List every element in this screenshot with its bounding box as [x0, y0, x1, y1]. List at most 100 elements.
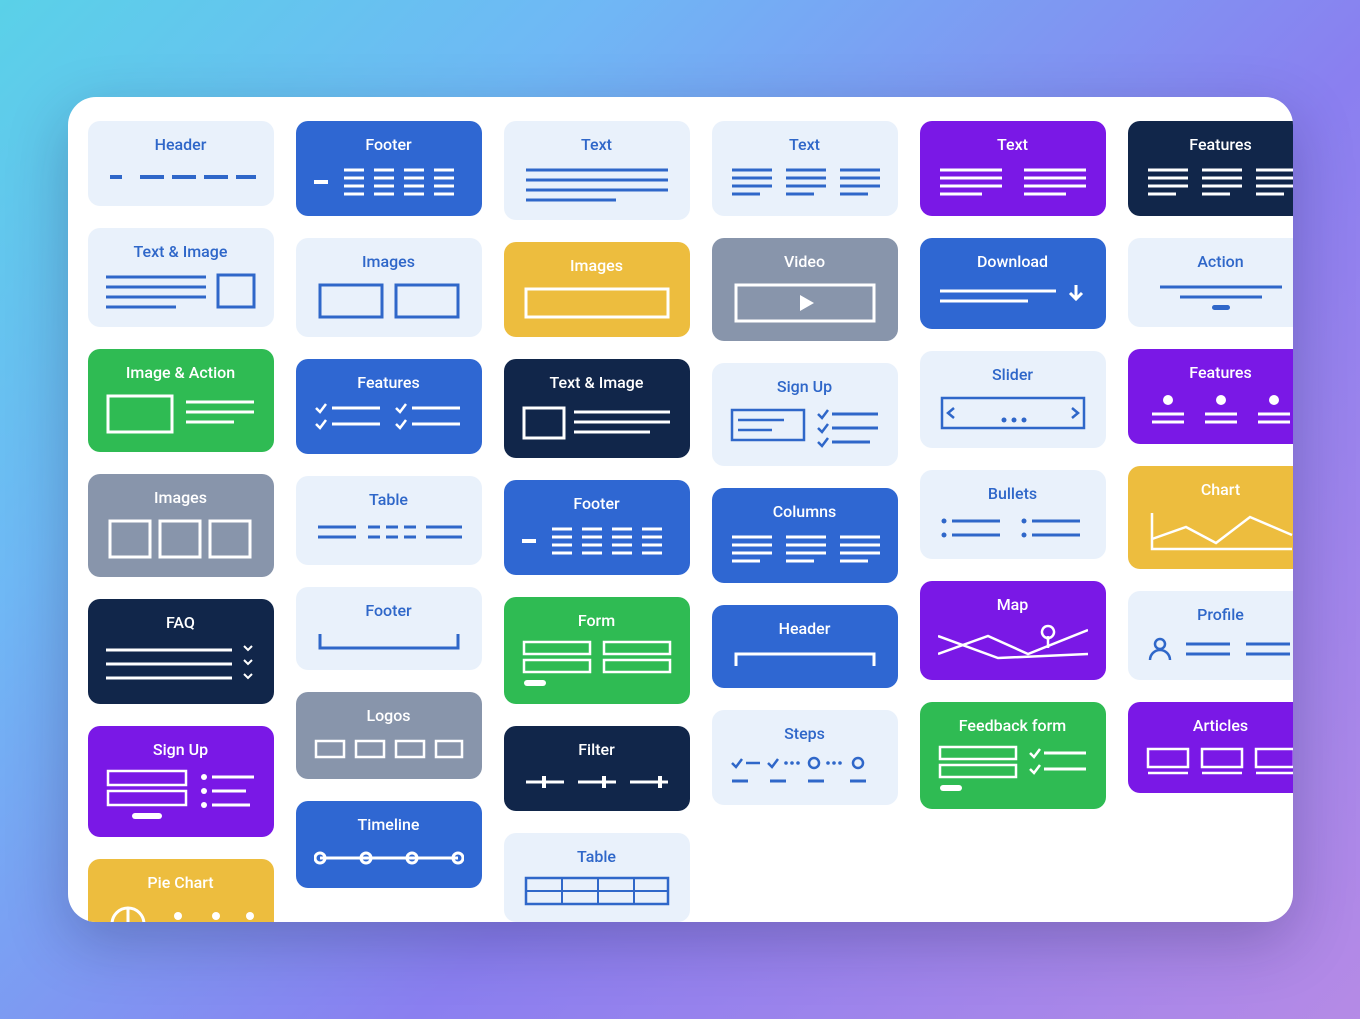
- table-lines-icon: [314, 519, 464, 549]
- block-card-title: Feedback form: [959, 716, 1066, 735]
- block-card-c4-text[interactable]: Text: [712, 121, 898, 216]
- block-card-title: Image & Action: [126, 363, 235, 382]
- block-card-title: Steps: [784, 724, 825, 743]
- block-card-c3-table[interactable]: Table: [504, 833, 690, 922]
- feedback-icon: [938, 745, 1088, 793]
- block-card-c4-columns[interactable]: Columns: [712, 488, 898, 583]
- block-card-c2-features[interactable]: Features: [296, 359, 482, 454]
- block-card-title: Footer: [365, 135, 411, 154]
- columns-wrap: Header Text & Image Image & Action Images FA…: [88, 121, 1273, 922]
- block-card-title: Text & Image: [550, 373, 644, 392]
- images-row2-icon: [314, 281, 464, 321]
- block-card-c1-header[interactable]: Header: [88, 121, 274, 206]
- signup-right-icon: [730, 406, 880, 450]
- block-card-c5-text[interactable]: Text: [920, 121, 1106, 216]
- block-card-title: Action: [1197, 252, 1243, 271]
- block-card-c6-articles[interactable]: Articles: [1128, 702, 1293, 793]
- block-card-title: Video: [784, 252, 825, 271]
- text-2col-icon: [938, 164, 1088, 200]
- text-3col-icon: [730, 164, 880, 200]
- block-card-c5-bullets[interactable]: Bullets: [920, 470, 1106, 559]
- block-card-c1-signup[interactable]: Sign Up: [88, 726, 274, 837]
- block-card-title: Table: [577, 847, 616, 866]
- block-card-c6-action[interactable]: Action: [1128, 238, 1293, 327]
- block-card-title: Text & Image: [134, 242, 228, 261]
- block-card-title: Features: [357, 373, 419, 392]
- text-image-icon: [106, 271, 256, 311]
- block-card-title: Features: [1189, 135, 1251, 154]
- steps-icon: [730, 753, 880, 789]
- block-card-c4-header[interactable]: Header: [712, 605, 898, 688]
- block-card-title: Logos: [366, 706, 410, 725]
- block-card-c2-logos[interactable]: Logos: [296, 692, 482, 779]
- piechart-icon: [106, 902, 256, 922]
- image-action-icon: [106, 392, 256, 436]
- block-card-c3-footer[interactable]: Footer: [504, 480, 690, 575]
- block-card-title: Map: [997, 595, 1029, 614]
- text-block-icon: [522, 164, 672, 204]
- block-card-c2-timeline[interactable]: Timeline: [296, 801, 482, 888]
- block-card-c5-map[interactable]: Map: [920, 581, 1106, 680]
- table-grid-icon: [522, 876, 672, 906]
- block-card-title: Table: [369, 490, 408, 509]
- column-5: Text Download Slider Bullets Map Feedback f…: [920, 121, 1106, 922]
- block-card-c1-text-image[interactable]: Text & Image: [88, 228, 274, 327]
- footer-cols-icon: [314, 164, 464, 200]
- block-card-c3-images[interactable]: Images: [504, 242, 690, 337]
- articles-icon: [1146, 745, 1293, 777]
- block-card-c2-footer[interactable]: Footer: [296, 121, 482, 216]
- footer-cols-icon: [522, 523, 672, 559]
- action-icon: [1146, 281, 1293, 311]
- block-card-c1-piechart[interactable]: Pie Chart: [88, 859, 274, 922]
- images-row3-icon: [106, 517, 256, 561]
- block-card-title: Bullets: [988, 484, 1037, 503]
- block-card-c6-features2[interactable]: Features: [1128, 349, 1293, 444]
- block-card-title: Columns: [773, 502, 837, 521]
- features-bars-icon: [1146, 164, 1293, 200]
- block-card-c6-features[interactable]: Features: [1128, 121, 1293, 216]
- block-card-title: Sign Up: [777, 377, 832, 396]
- header-bracket-icon: [730, 648, 880, 672]
- block-card-c5-slider[interactable]: Slider: [920, 351, 1106, 448]
- timeline-icon: [314, 844, 464, 872]
- block-card-c2-table[interactable]: Table: [296, 476, 482, 565]
- block-card-title: Features: [1189, 363, 1251, 382]
- block-card-c4-steps[interactable]: Steps: [712, 710, 898, 805]
- header-dots-icon: [106, 164, 256, 190]
- form-icon: [522, 640, 672, 688]
- block-card-c6-chart[interactable]: Chart: [1128, 466, 1293, 569]
- block-card-c5-feedback[interactable]: Feedback form: [920, 702, 1106, 809]
- block-card-c6-profile[interactable]: Profile: [1128, 591, 1293, 680]
- faq-icon: [106, 642, 256, 688]
- block-card-c5-download[interactable]: Download: [920, 238, 1106, 329]
- block-card-c3-text[interactable]: Text: [504, 121, 690, 220]
- block-card-c1-faq[interactable]: FAQ: [88, 599, 274, 704]
- profile-icon: [1146, 634, 1293, 664]
- block-card-c2-images[interactable]: Images: [296, 238, 482, 337]
- column-2: Footer Images Features Table Footer Logos T…: [296, 121, 482, 922]
- footer-bracket-icon: [314, 630, 464, 654]
- columns-3-icon: [730, 531, 880, 567]
- image-text-icon: [522, 402, 672, 442]
- block-card-c3-textimage[interactable]: Text & Image: [504, 359, 690, 458]
- slider-icon: [938, 394, 1088, 432]
- block-library-canvas: Header Text & Image Image & Action Images FA…: [68, 97, 1293, 922]
- block-card-c4-video[interactable]: Video: [712, 238, 898, 341]
- block-card-title: Form: [578, 611, 615, 630]
- block-card-c1-images[interactable]: Images: [88, 474, 274, 577]
- video-icon: [730, 281, 880, 325]
- block-card-title: Text: [789, 135, 820, 154]
- block-card-c2-footer2[interactable]: Footer: [296, 587, 482, 670]
- bullets-icon: [938, 513, 1088, 543]
- block-card-title: Header: [779, 619, 831, 638]
- block-card-title: Images: [570, 256, 623, 275]
- block-card-title: Sign Up: [153, 740, 208, 759]
- features-checks-icon: [314, 402, 464, 438]
- block-card-c3-form[interactable]: Form: [504, 597, 690, 704]
- block-card-c4-signup[interactable]: Sign Up: [712, 363, 898, 466]
- map-icon: [938, 624, 1088, 664]
- block-card-title: Profile: [1197, 605, 1244, 624]
- block-card-c1-image-action[interactable]: Image & Action: [88, 349, 274, 452]
- block-card-title: Pie Chart: [147, 873, 213, 892]
- block-card-c3-filter[interactable]: Filter: [504, 726, 690, 811]
